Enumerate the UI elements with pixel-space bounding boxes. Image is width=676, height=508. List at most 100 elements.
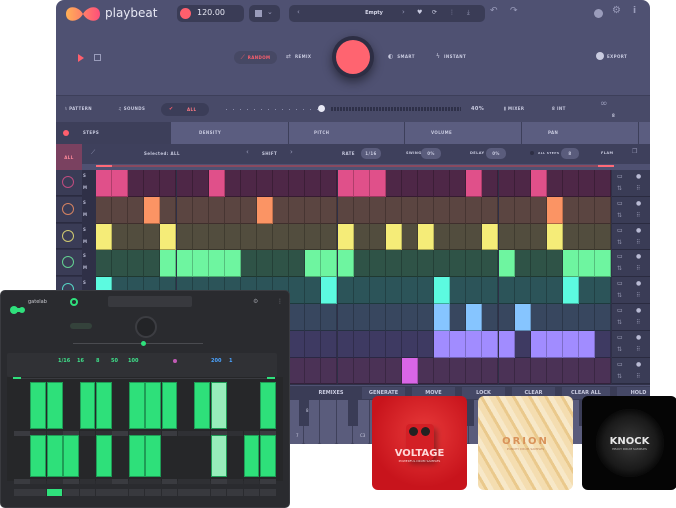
step-cell[interactable] <box>112 250 129 278</box>
step-cell[interactable] <box>321 170 338 197</box>
step-cell[interactable] <box>595 223 612 251</box>
gatelab-value-b[interactable]: 1 <box>229 358 232 364</box>
step-cell[interactable] <box>257 250 274 278</box>
mute-button[interactable]: M <box>83 265 87 270</box>
gatelab-gear-icon[interactable]: ⚙ <box>253 298 258 305</box>
dot-icon[interactable]: ● <box>636 253 641 260</box>
step-cell[interactable] <box>450 170 467 197</box>
gatelab-page-button[interactable] <box>194 489 210 496</box>
step-cell[interactable] <box>369 330 386 358</box>
step-cell-active[interactable] <box>562 330 579 358</box>
step-cell-active[interactable] <box>257 196 274 224</box>
step-cell-active[interactable] <box>498 250 515 278</box>
sample-icon[interactable]: ▭ <box>617 253 623 260</box>
gatelab-step-value[interactable] <box>145 479 162 484</box>
step-cell[interactable] <box>466 357 483 385</box>
dot-icon[interactable]: ● <box>636 334 641 341</box>
step-cell[interactable] <box>385 357 402 385</box>
gatelab-preset-browser[interactable] <box>108 296 192 307</box>
step-cell[interactable] <box>369 277 386 304</box>
settings-icon[interactable]: ⇅ <box>617 212 622 219</box>
gatelab-step-active[interactable] <box>46 382 63 429</box>
step-cell[interactable] <box>401 223 418 251</box>
step-cell[interactable] <box>321 304 338 331</box>
step-cell[interactable] <box>530 304 547 331</box>
sample-icon[interactable]: ▭ <box>617 280 623 287</box>
drag-handle-icon[interactable]: ⠿ <box>636 292 640 299</box>
step-cell[interactable] <box>434 250 451 278</box>
step-cell[interactable] <box>289 250 306 278</box>
step-cell[interactable] <box>562 357 579 385</box>
gatelab-step-value[interactable] <box>194 479 211 484</box>
step-cell[interactable] <box>530 277 547 304</box>
heart-icon[interactable]: ♥ <box>417 9 422 16</box>
gatelab-step-value[interactable] <box>210 479 227 484</box>
step-cell[interactable] <box>273 223 290 251</box>
mute-button[interactable]: M <box>83 239 87 244</box>
gatelab-length[interactable]: 8 <box>96 358 99 364</box>
step-cell[interactable] <box>96 196 113 224</box>
step-cell[interactable] <box>418 170 435 197</box>
step-cell[interactable] <box>482 277 499 304</box>
step-cell[interactable] <box>289 304 306 331</box>
gatelab-page-button[interactable] <box>96 489 112 496</box>
solo-button[interactable]: S <box>83 280 86 285</box>
step-cell-active[interactable] <box>595 250 612 278</box>
step-cell[interactable] <box>289 223 306 251</box>
step-cell[interactable] <box>514 196 531 224</box>
step-cell[interactable] <box>176 223 193 251</box>
step-cell[interactable] <box>385 196 402 224</box>
step-cell-active[interactable] <box>385 223 402 251</box>
step-cell[interactable] <box>401 170 418 197</box>
step-cell[interactable] <box>514 250 531 278</box>
step-cell-active[interactable] <box>208 250 225 278</box>
gatelab-step[interactable] <box>244 382 260 429</box>
track-snare[interactable] <box>56 196 82 223</box>
step-cell[interactable] <box>546 250 563 278</box>
step-cell[interactable] <box>369 357 386 385</box>
step-cell[interactable] <box>562 170 579 197</box>
step-cell[interactable] <box>482 357 499 385</box>
step-cell[interactable] <box>579 304 596 331</box>
step-cell[interactable] <box>385 277 402 304</box>
gatelab-page-button[interactable] <box>112 489 128 496</box>
step-cell[interactable] <box>482 304 499 331</box>
gatelab-step[interactable] <box>14 435 30 477</box>
gatelab-page-button[interactable] <box>243 489 260 496</box>
step-cell-active[interactable] <box>112 170 129 197</box>
step-cell[interactable] <box>385 170 402 197</box>
gatelab-page-button[interactable] <box>178 489 194 496</box>
step-cell[interactable] <box>385 304 402 331</box>
gatelab-step[interactable] <box>227 382 243 429</box>
gatelab-step[interactable] <box>63 382 79 429</box>
gatelab-step-active[interactable] <box>30 435 47 477</box>
param-label[interactable]: VOLUME <box>431 130 452 135</box>
next-preset-icon[interactable]: › <box>402 8 405 16</box>
mode-smart[interactable]: ◐ SMART <box>388 53 415 60</box>
step-cell[interactable] <box>514 277 531 304</box>
step-cell[interactable] <box>112 196 129 224</box>
step-cell[interactable] <box>450 304 467 331</box>
step-cell[interactable] <box>595 277 612 304</box>
step-cell[interactable] <box>96 250 113 278</box>
step-cell[interactable] <box>321 330 338 358</box>
all-steps-field[interactable]: 8 <box>561 148 579 159</box>
step-cell[interactable] <box>450 357 467 385</box>
step-cell[interactable] <box>530 196 547 224</box>
step-cell-active[interactable] <box>434 330 451 358</box>
gatelab-page-button[interactable] <box>63 489 79 496</box>
step-cell[interactable] <box>160 196 177 224</box>
sample-icon[interactable]: ▭ <box>617 334 623 341</box>
gatelab-step-value[interactable] <box>260 479 276 484</box>
gatelab-step-active[interactable] <box>210 435 227 477</box>
step-cell[interactable] <box>144 223 161 251</box>
solo-button[interactable]: S <box>83 227 86 232</box>
step-cell[interactable] <box>337 357 354 385</box>
dot-icon[interactable]: ● <box>636 227 641 234</box>
step-cell[interactable] <box>305 196 322 224</box>
pattern-tab[interactable]: ⌇ PATTERN <box>65 106 92 111</box>
step-cell-active[interactable] <box>321 250 338 278</box>
gatelab-step[interactable] <box>162 435 178 477</box>
dot-icon[interactable]: ● <box>636 307 641 314</box>
step-cell[interactable] <box>112 223 129 251</box>
